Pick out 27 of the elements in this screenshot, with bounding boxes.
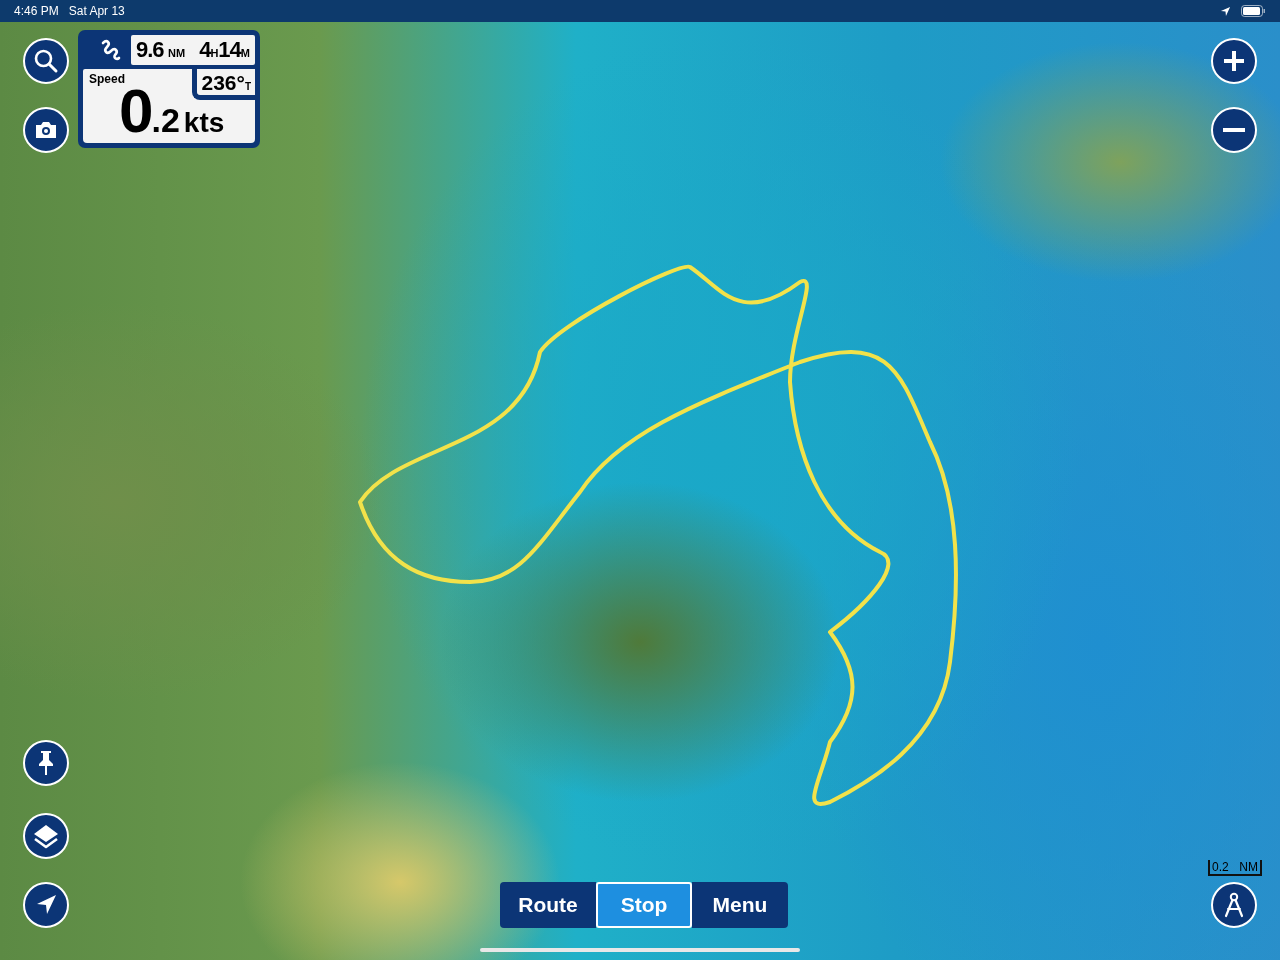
location-arrow-icon [1220,5,1231,17]
layers-icon [32,823,60,849]
search-button[interactable] [23,38,69,84]
plus-icon [1223,50,1245,72]
status-date: Sat Apr 13 [68,4,125,18]
layers-button[interactable] [23,813,69,859]
duration-reading: 4H14M [199,37,250,63]
zoom-out-button[interactable] [1211,107,1257,153]
navigation-arrow-icon [35,894,57,916]
status-time: 4:46 PM [14,4,59,18]
camera-button[interactable] [23,107,69,153]
navigate-button[interactable] [23,882,69,928]
search-icon [33,48,59,74]
battery-icon [1241,5,1266,17]
measure-button[interactable] [1211,882,1257,928]
bottom-bar-button[interactable]: Menu [692,882,788,928]
scale-value: 0.2 [1212,860,1229,874]
pin-button[interactable] [23,740,69,786]
distance-reading: 9.6 NM [136,37,186,63]
minus-icon [1223,128,1245,132]
scale-unit: NM [1239,860,1258,874]
camera-icon [34,120,58,140]
drafting-compass-icon [1223,892,1245,918]
heading-reading: 236°T [192,69,255,100]
bottom-bar-button[interactable]: Route [500,882,596,928]
pushpin-icon [37,750,55,776]
zoom-in-button[interactable] [1211,38,1257,84]
